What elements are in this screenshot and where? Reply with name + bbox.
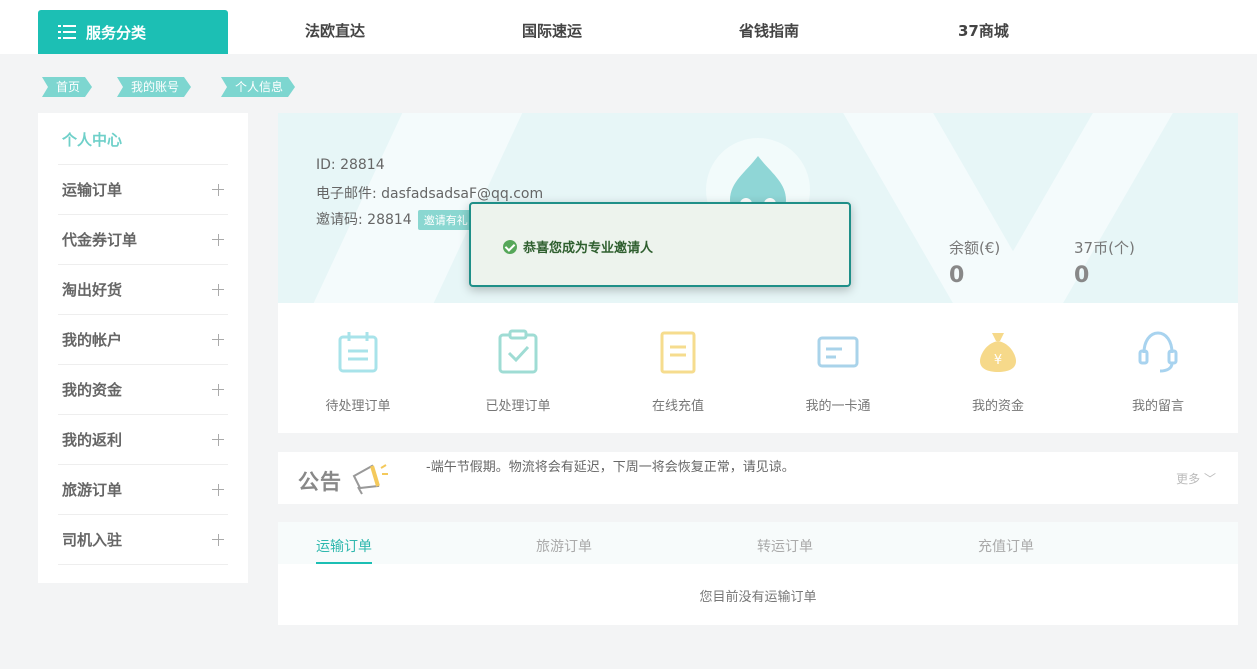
sidebar-item-funds[interactable]: 我的资金 bbox=[58, 365, 228, 415]
plus-icon bbox=[212, 283, 224, 296]
service-category-label: 服务分类 bbox=[86, 23, 147, 42]
sidebar-item-goods[interactable]: 淘出好货 bbox=[58, 265, 228, 315]
breadcrumb-account[interactable]: 我的账号 bbox=[117, 77, 191, 97]
tab-travel-orders[interactable]: 旅游订单 bbox=[536, 536, 592, 556]
sidebar-title-label: 个人中心 bbox=[62, 131, 123, 149]
invite-reward-badge[interactable]: 邀请有礼 bbox=[417, 210, 474, 230]
invite-code-text: 邀请码: 28814 bbox=[316, 212, 412, 228]
top-nav: 服务分类 法欧直达 国际速运 省钱指南 37商城 bbox=[0, 0, 1257, 54]
orders-panel: 运输订单 旅游订单 转运订单 充值订单 您目前没有运输订单 bbox=[278, 522, 1238, 625]
sidebar-title[interactable]: 个人中心 bbox=[58, 115, 228, 165]
quick-link-label: 已处理订单 bbox=[485, 399, 551, 414]
success-toast: 恭喜您成为专业邀请人 bbox=[469, 202, 851, 287]
sidebar-item-label: 淘出好货 bbox=[62, 281, 123, 299]
sidebar-item-label: 我的帐户 bbox=[62, 331, 123, 349]
menu-icon bbox=[58, 25, 76, 39]
plus-icon bbox=[212, 533, 224, 546]
sidebar-item-driver[interactable]: 司机入驻 bbox=[58, 515, 228, 565]
nav-item-guide[interactable]: 省钱指南 bbox=[739, 20, 799, 41]
announcement-bar: 公告 -端午节假期。物流将会有延迟，下周一将会恢复正常，请见谅。 更多 ﹀ bbox=[278, 452, 1238, 504]
quick-link-funds[interactable]: ¥ 我的资金 bbox=[918, 303, 1078, 433]
document-icon bbox=[660, 331, 696, 374]
svg-text:¥: ¥ bbox=[994, 353, 1002, 368]
plus-icon bbox=[212, 483, 224, 496]
nav-item-express[interactable]: 国际速运 bbox=[522, 20, 582, 41]
more-label: 更多 bbox=[1176, 472, 1201, 486]
megaphone-icon bbox=[352, 464, 388, 495]
quick-link-card[interactable]: 我的一卡通 bbox=[758, 303, 918, 433]
money-bag-icon: ¥ bbox=[980, 333, 1016, 372]
breadcrumb-profile[interactable]: 个人信息 bbox=[221, 77, 295, 97]
clipboard-check-icon bbox=[498, 329, 538, 374]
quick-links: 待处理订单 已处理订单 在线充值 我的一卡通 ¥ 我的资金 我的留言 bbox=[278, 303, 1238, 433]
sidebar-item-transport-orders[interactable]: 运输订单 bbox=[58, 165, 228, 215]
headset-icon bbox=[1138, 331, 1178, 373]
nav-item-direct[interactable]: 法欧直达 bbox=[305, 20, 365, 41]
announcement-ticker[interactable]: -端午节假期。物流将会有延迟，下周一将会恢复正常，请见谅。 bbox=[426, 456, 795, 475]
invite-code: 邀请码: 28814 邀请有礼 bbox=[316, 209, 474, 230]
sidebar-item-label: 旅游订单 bbox=[62, 481, 123, 499]
active-tab-indicator bbox=[316, 562, 372, 564]
plus-icon bbox=[212, 333, 224, 346]
sidebar-item-account[interactable]: 我的帐户 bbox=[58, 315, 228, 365]
sidebar: 个人中心 运输订单 代金券订单 淘出好货 我的帐户 我的资金 我的返利 旅游订单… bbox=[38, 113, 248, 583]
quick-link-label: 我的留言 bbox=[1131, 399, 1184, 414]
chevron-down-icon: ﹀ bbox=[1200, 472, 1216, 486]
sidebar-item-voucher-orders[interactable]: 代金券订单 bbox=[58, 215, 228, 265]
order-tabs: 运输订单 旅游订单 转运订单 充值订单 bbox=[278, 522, 1238, 564]
plus-icon bbox=[212, 233, 224, 246]
service-category-button[interactable]: 服务分类 bbox=[38, 10, 228, 54]
card-icon bbox=[817, 336, 859, 368]
quick-link-label: 我的资金 bbox=[971, 399, 1024, 414]
sidebar-item-rebate[interactable]: 我的返利 bbox=[58, 415, 228, 465]
calendar-icon bbox=[338, 332, 378, 373]
plus-icon bbox=[212, 183, 224, 196]
tab-transport-orders[interactable]: 运输订单 bbox=[316, 536, 372, 556]
sidebar-item-label: 运输订单 bbox=[62, 181, 123, 199]
quick-link-processed-orders[interactable]: 已处理订单 bbox=[438, 303, 598, 433]
sidebar-item-label: 代金券订单 bbox=[62, 231, 138, 249]
balance-label: 余额(€) bbox=[949, 239, 1001, 257]
more-link[interactable]: 更多 ﹀ bbox=[1176, 470, 1216, 487]
nav-item-mall[interactable]: 37商城 bbox=[958, 20, 1009, 41]
quick-link-messages[interactable]: 我的留言 bbox=[1078, 303, 1238, 433]
sidebar-item-travel-orders[interactable]: 旅游订单 bbox=[58, 465, 228, 515]
quick-link-pending-orders[interactable]: 待处理订单 bbox=[278, 303, 438, 433]
user-id: ID: 28814 bbox=[316, 157, 385, 173]
coins-label: 37币(个) bbox=[1074, 239, 1135, 257]
plus-icon bbox=[212, 433, 224, 446]
balance-value: 0 bbox=[949, 263, 965, 288]
tab-recharge-orders[interactable]: 充值订单 bbox=[978, 536, 1034, 556]
quick-link-label: 我的一卡通 bbox=[805, 399, 871, 414]
tab-transfer-orders[interactable]: 转运订单 bbox=[757, 536, 813, 556]
check-icon bbox=[503, 240, 517, 254]
quick-link-label: 待处理订单 bbox=[325, 399, 391, 414]
toast-message: 恭喜您成为专业邀请人 bbox=[523, 241, 654, 256]
breadcrumb-home[interactable]: 首页 bbox=[42, 77, 92, 97]
announcement-title: 公告 bbox=[298, 470, 342, 494]
quick-link-recharge[interactable]: 在线充值 bbox=[598, 303, 758, 433]
quick-link-label: 在线充值 bbox=[651, 399, 704, 414]
coins-value: 0 bbox=[1074, 263, 1090, 288]
sidebar-item-label: 我的资金 bbox=[62, 381, 123, 399]
sidebar-item-label: 我的返利 bbox=[62, 431, 123, 449]
plus-icon bbox=[212, 383, 224, 396]
sidebar-item-label: 司机入驻 bbox=[62, 531, 123, 549]
user-email: 电子邮件: dasfadsadsaF@qq.com bbox=[316, 186, 544, 202]
empty-orders-message: 您目前没有运输订单 bbox=[699, 590, 817, 605]
